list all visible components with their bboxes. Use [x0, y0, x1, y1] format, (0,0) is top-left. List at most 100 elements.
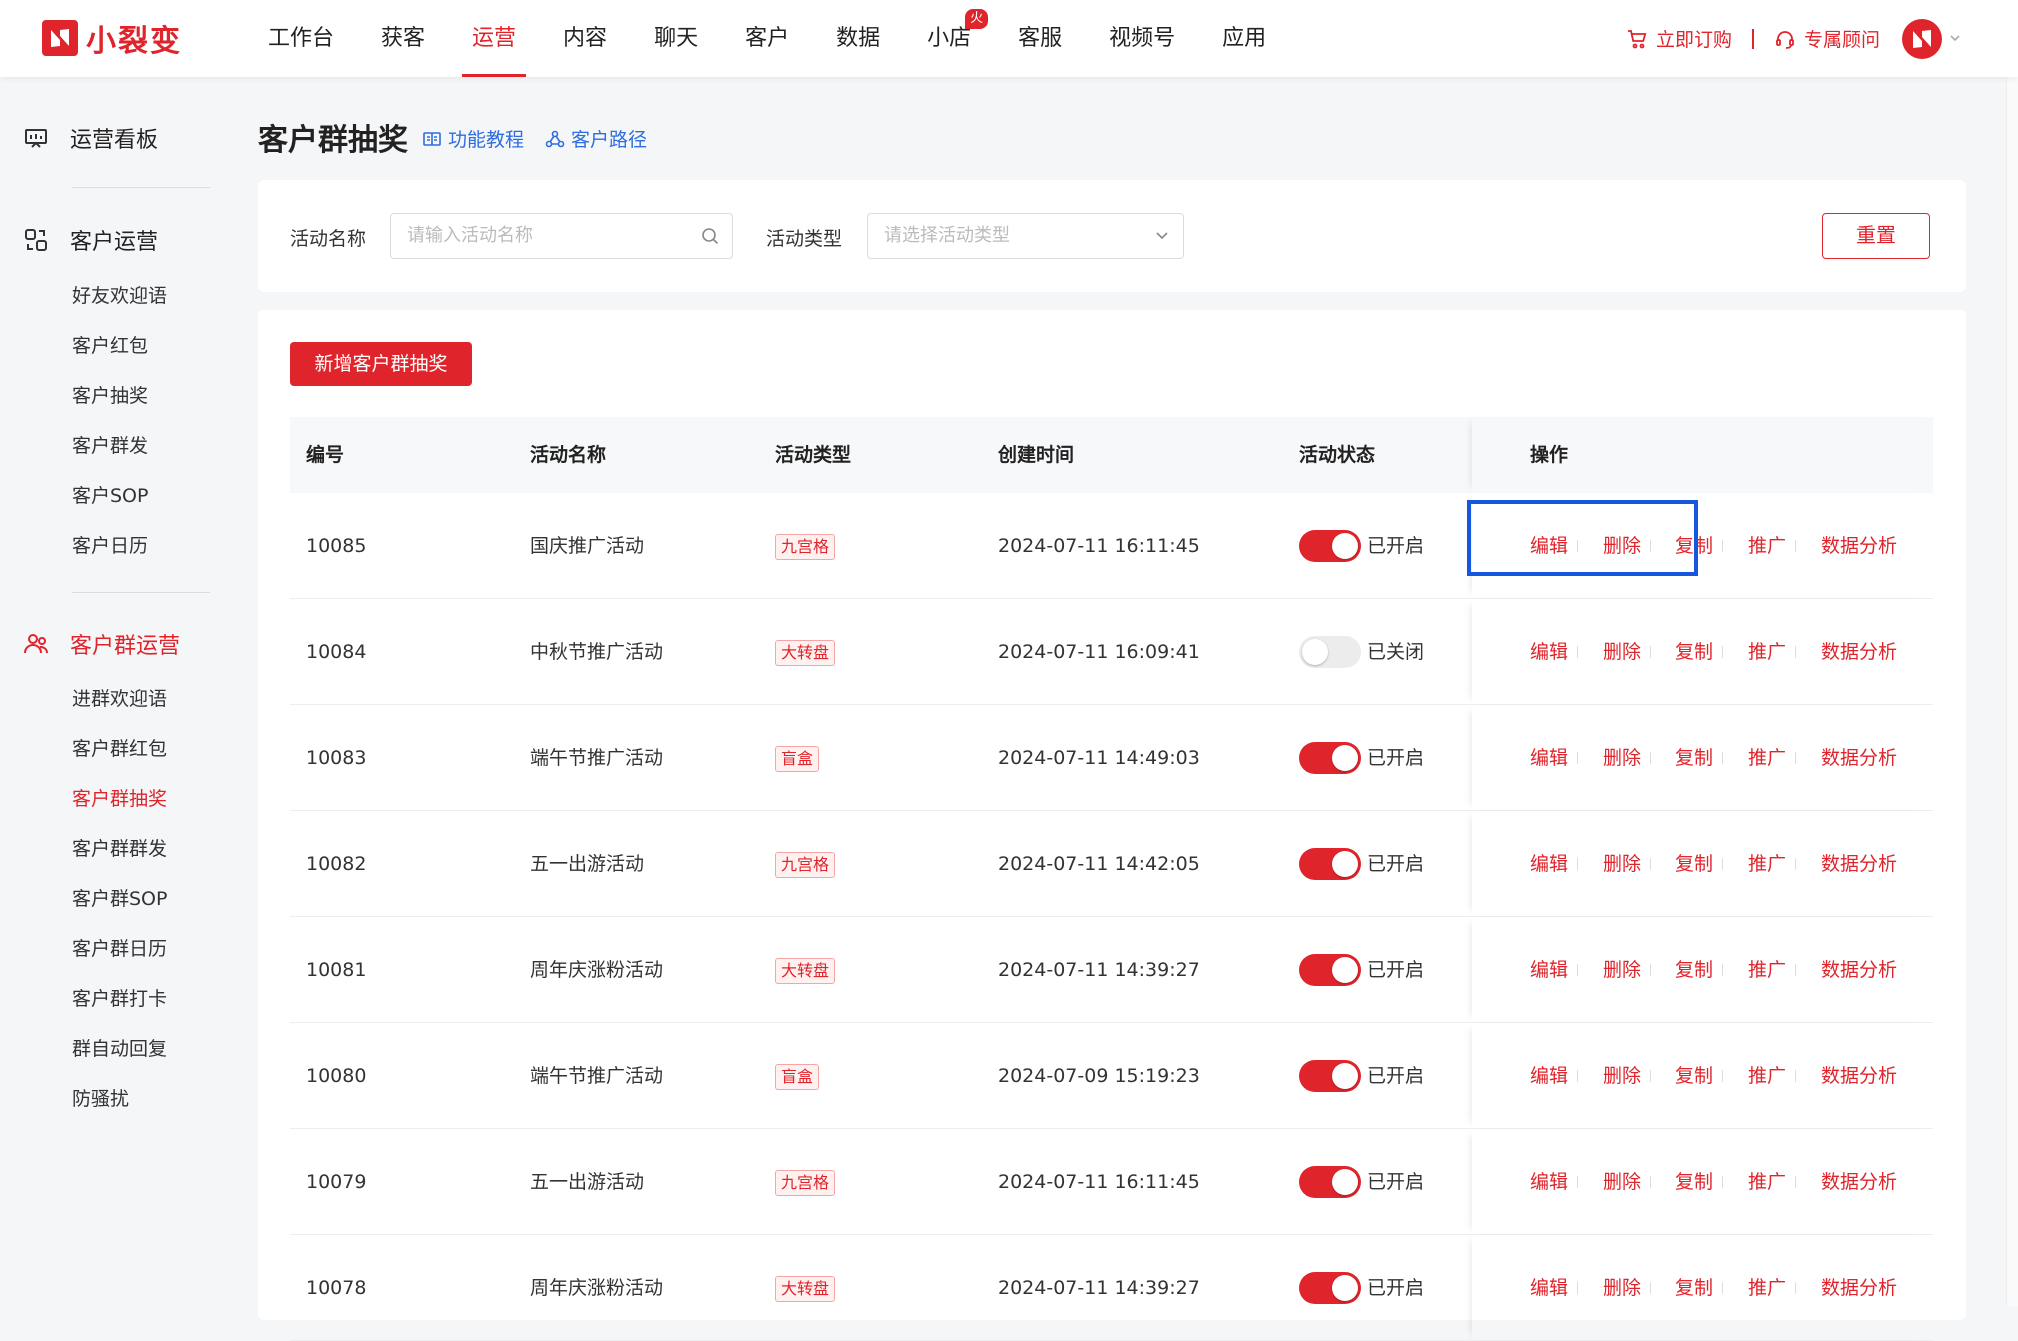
toggle-knob [1332, 1169, 1358, 1195]
delete-button[interactable]: 删除 [1603, 493, 1641, 599]
copy-button[interactable]: 复制 [1675, 705, 1713, 811]
promote-button[interactable]: 推广 [1748, 599, 1786, 705]
nav-item-operation[interactable]: 运营 [462, 0, 527, 77]
analytics-button[interactable]: 数据分析 [1821, 599, 1897, 705]
status-toggle[interactable] [1299, 848, 1361, 880]
nav-item-shop[interactable]: 小店 火爆 [927, 0, 989, 77]
action-divider [1722, 1070, 1723, 1082]
action-divider [1650, 1070, 1651, 1082]
edit-button[interactable]: 编辑 [1530, 917, 1568, 1023]
analytics-button[interactable]: 数据分析 [1821, 493, 1897, 599]
nav-item-channels[interactable]: 视频号 [1109, 0, 1175, 77]
sidebar-item-customer-ops[interactable]: 客户运营 [22, 224, 158, 256]
scrollbar[interactable] [2006, 0, 2018, 1306]
activity-name-input[interactable]: 请输入活动名称 [390, 213, 733, 259]
analytics-button[interactable]: 数据分析 [1821, 1129, 1897, 1235]
copy-button[interactable]: 复制 [1675, 493, 1713, 599]
promote-button[interactable]: 推广 [1748, 1023, 1786, 1129]
delete-button[interactable]: 删除 [1603, 1235, 1641, 1341]
customer-ops-icon [25, 229, 47, 251]
nav-item-content[interactable]: 内容 [563, 0, 607, 77]
customer-path-link[interactable]: 客户路径 [545, 125, 647, 152]
nav-item-chat[interactable]: 聊天 [654, 0, 698, 77]
edit-button[interactable]: 编辑 [1530, 493, 1568, 599]
sidebar-item-group-sop[interactable]: 客户群SOP [72, 884, 167, 911]
promote-button[interactable]: 推广 [1748, 1235, 1786, 1341]
status-toggle[interactable] [1299, 954, 1361, 986]
copy-button[interactable]: 复制 [1675, 599, 1713, 705]
reset-button[interactable]: 重置 [1822, 213, 1930, 259]
edit-button[interactable]: 编辑 [1530, 811, 1568, 917]
delete-button[interactable]: 删除 [1603, 811, 1641, 917]
nav-item-workbench[interactable]: 工作台 [268, 0, 334, 77]
delete-button[interactable]: 删除 [1603, 599, 1641, 705]
sidebar-item-customer-sop[interactable]: 客户SOP [72, 481, 148, 508]
status-toggle[interactable] [1299, 530, 1361, 562]
search-icon[interactable] [700, 214, 720, 275]
tutorial-link[interactable]: 功能教程 [422, 125, 524, 152]
edit-button[interactable]: 编辑 [1530, 1129, 1568, 1235]
copy-button[interactable]: 复制 [1675, 1129, 1713, 1235]
status-toggle[interactable] [1299, 742, 1361, 774]
col-name: 活动名称 [530, 444, 607, 466]
activity-table: 编号 活动名称 活动类型 创建时间 活动状态 操作 10085 国庆推广活动 九宫格… [290, 417, 1933, 1341]
delete-button[interactable]: 删除 [1603, 1129, 1641, 1235]
brand-logo[interactable]: 小裂变 [42, 18, 182, 59]
status-toggle[interactable] [1299, 1060, 1361, 1092]
sidebar-item-group-ops[interactable]: 客户群运营 [22, 628, 180, 660]
nav-item-data[interactable]: 数据 [836, 0, 880, 77]
sidebar-item-group-checkin[interactable]: 客户群打卡 [72, 984, 167, 1011]
edit-button[interactable]: 编辑 [1530, 1235, 1568, 1341]
nav-item-service[interactable]: 客服 [1018, 0, 1062, 77]
promote-button[interactable]: 推广 [1748, 1129, 1786, 1235]
sidebar-item-group-welcome[interactable]: 进群欢迎语 [72, 684, 167, 711]
sidebar-item-group-autoreply[interactable]: 群自动回复 [72, 1034, 167, 1061]
promote-button[interactable]: 推广 [1748, 493, 1786, 599]
action-divider [1577, 1176, 1578, 1188]
add-group-lottery-button[interactable]: 新增客户群抽奖 [290, 342, 472, 386]
promote-button[interactable]: 推广 [1748, 917, 1786, 1023]
buy-now-link[interactable]: 立即订购 [1626, 25, 1732, 52]
nav-item-customer[interactable]: 客户 [745, 0, 789, 77]
sidebar-item-group-broadcast[interactable]: 客户群群发 [72, 834, 167, 861]
delete-button[interactable]: 删除 [1603, 1023, 1641, 1129]
edit-button[interactable]: 编辑 [1530, 1023, 1568, 1129]
status-toggle[interactable] [1299, 1272, 1361, 1304]
analytics-button[interactable]: 数据分析 [1821, 917, 1897, 1023]
copy-button[interactable]: 复制 [1675, 811, 1713, 917]
delete-button[interactable]: 删除 [1603, 917, 1641, 1023]
analytics-button[interactable]: 数据分析 [1821, 1235, 1897, 1341]
delete-button[interactable]: 删除 [1603, 705, 1641, 811]
chevron-down-icon[interactable] [1948, 28, 1962, 50]
copy-button[interactable]: 复制 [1675, 1235, 1713, 1341]
status-toggle[interactable] [1299, 636, 1361, 668]
promote-button[interactable]: 推广 [1748, 705, 1786, 811]
sidebar-item-anti-harass[interactable]: 防骚扰 [72, 1084, 129, 1111]
sidebar-item-customer-broadcast[interactable]: 客户群发 [72, 431, 148, 458]
activity-type-select[interactable]: 请选择活动类型 [867, 213, 1184, 259]
sidebar-item-dashboard[interactable]: 运营看板 [22, 122, 158, 154]
sidebar-item-group-calendar[interactable]: 客户群日历 [72, 934, 167, 961]
edit-button[interactable]: 编辑 [1530, 705, 1568, 811]
nav-item-acquire[interactable]: 获客 [381, 0, 425, 77]
analytics-button[interactable]: 数据分析 [1821, 1023, 1897, 1129]
analytics-button[interactable]: 数据分析 [1821, 705, 1897, 811]
copy-button[interactable]: 复制 [1675, 1023, 1713, 1129]
advisor-link[interactable]: 专属顾问 [1774, 25, 1880, 52]
sidebar-item-customer-calendar[interactable]: 客户日历 [72, 531, 148, 558]
sidebar-item-friend-welcome[interactable]: 好友欢迎语 [72, 281, 167, 308]
nav-item-apps[interactable]: 应用 [1222, 0, 1266, 77]
sidebar-item-group-lottery[interactable]: 客户群抽奖 [72, 784, 167, 811]
type-tag: 九宫格 [775, 1170, 836, 1196]
promote-button[interactable]: 推广 [1748, 811, 1786, 917]
action-divider [1795, 858, 1796, 870]
edit-button[interactable]: 编辑 [1530, 599, 1568, 705]
sidebar-item-customer-lottery[interactable]: 客户抽奖 [72, 381, 148, 408]
sidebar-item-group-redpacket[interactable]: 客户群红包 [72, 734, 167, 761]
sidebar-item-customer-redpacket[interactable]: 客户红包 [72, 331, 148, 358]
analytics-button[interactable]: 数据分析 [1821, 811, 1897, 917]
status-toggle[interactable] [1299, 1166, 1361, 1198]
avatar[interactable] [1902, 18, 1942, 59]
copy-button[interactable]: 复制 [1675, 917, 1713, 1023]
action-divider [1577, 540, 1578, 552]
